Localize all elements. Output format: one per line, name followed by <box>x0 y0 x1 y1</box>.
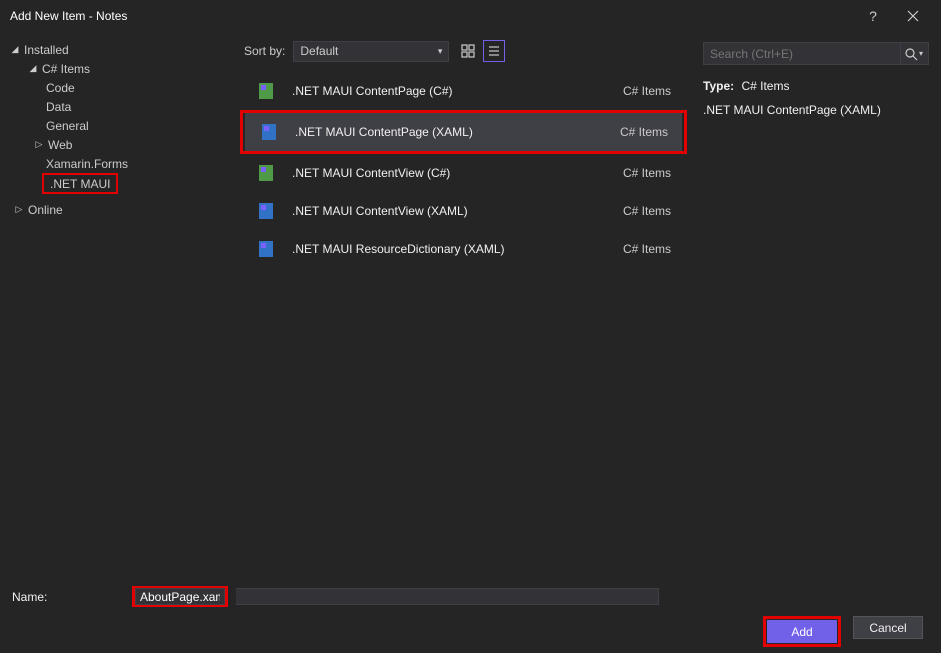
tree-item-general[interactable]: General <box>6 116 233 135</box>
details-panel: ▾ Type: C# Items .NET MAUI ContentPage (… <box>691 32 941 583</box>
template-row[interactable]: .NET MAUI ContentView (XAML) C# Items <box>242 192 685 230</box>
template-panel: Sort by: Default ▾ .NET MAUI ContentPage… <box>240 32 691 583</box>
title-bar: Add New Item - Notes ? <box>0 0 941 32</box>
template-row[interactable]: .NET MAUI ContentPage (XAML) C# Items <box>245 113 682 151</box>
template-row[interactable]: .NET MAUI ContentPage (C#) C# Items <box>242 72 685 110</box>
search-input[interactable] <box>710 47 900 61</box>
chevron-down-icon: ◢ <box>10 44 20 55</box>
chevron-right-icon: ▷ <box>14 204 24 215</box>
view-medium-icons-button[interactable] <box>457 40 479 62</box>
name-row: Name: <box>0 583 941 610</box>
window-title: Add New Item - Notes <box>10 9 127 23</box>
tree-item-online[interactable]: ▷ Online <box>6 200 233 219</box>
name-label: Name: <box>12 590 124 604</box>
chevron-down-icon: ◢ <box>28 63 38 74</box>
name-input[interactable] <box>135 588 225 605</box>
add-button[interactable]: Add <box>767 620 837 643</box>
search-box[interactable]: ▾ <box>703 42 929 65</box>
csharp-file-icon <box>256 81 276 101</box>
xaml-file-icon <box>256 201 276 221</box>
tree-item-code[interactable]: Code <box>6 78 233 97</box>
xaml-file-icon <box>259 122 279 142</box>
sort-label: Sort by: <box>244 44 285 58</box>
tree-item-data[interactable]: Data <box>6 97 233 116</box>
name-input-extension[interactable] <box>236 588 659 605</box>
tree-item-installed[interactable]: ◢ Installed <box>6 40 233 59</box>
detail-description: .NET MAUI ContentPage (XAML) <box>703 103 929 117</box>
sort-dropdown[interactable]: Default ▾ <box>293 41 449 62</box>
template-row[interactable]: .NET MAUI ResourceDictionary (XAML) C# I… <box>242 230 685 268</box>
category-tree: ◢ Installed ◢ C# Items Code Data General… <box>0 32 240 583</box>
help-button[interactable]: ? <box>853 0 893 32</box>
tree-item-net-maui[interactable]: .NET MAUI <box>44 175 116 192</box>
tree-item-xamarin-forms[interactable]: Xamarin.Forms <box>6 154 233 173</box>
chevron-right-icon: ▷ <box>34 139 44 150</box>
template-row[interactable]: .NET MAUI ContentView (C#) C# Items <box>242 154 685 192</box>
tree-item-csharp-items[interactable]: ◢ C# Items <box>6 59 233 78</box>
chevron-down-icon: ▾ <box>438 46 443 57</box>
tree-item-web[interactable]: ▷ Web <box>6 135 233 154</box>
detail-type: Type: C# Items <box>703 79 929 93</box>
template-list[interactable]: .NET MAUI ContentPage (C#) C# Items .NET… <box>240 72 691 575</box>
xaml-file-icon <box>256 239 276 259</box>
sort-bar: Sort by: Default ▾ <box>240 40 691 72</box>
chevron-down-icon: ▾ <box>919 49 923 58</box>
csharp-file-icon <box>256 163 276 183</box>
search-button[interactable]: ▾ <box>900 43 926 64</box>
cancel-button[interactable]: Cancel <box>853 616 923 639</box>
close-button[interactable] <box>893 0 933 32</box>
bottom-bar: Name: Add Cancel <box>0 583 941 653</box>
view-list-button[interactable] <box>483 40 505 62</box>
